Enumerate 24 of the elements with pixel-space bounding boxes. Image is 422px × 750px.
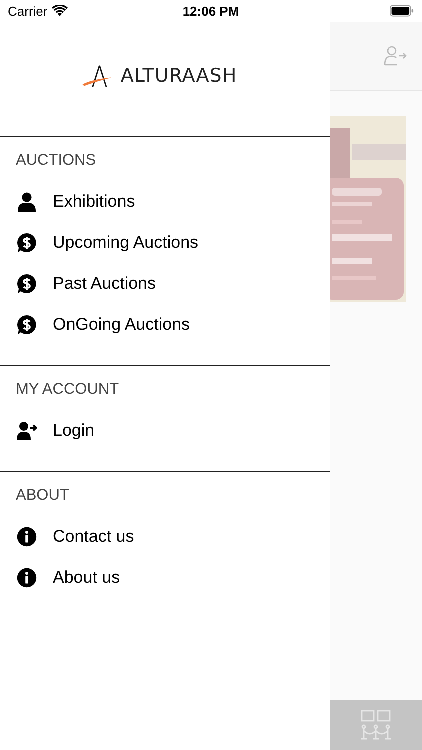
info-icon [17,568,37,588]
dollar-icon [17,232,37,252]
user-arrow-icon[interactable] [384,46,408,66]
menu-item[interactable]: About us [0,557,330,598]
menu-item[interactable]: OnGoing Auctions [0,304,330,345]
section-heading: ABOUT [15,486,70,506]
menu-item[interactable]: Past Auctions [0,263,330,304]
section-heading: MY ACCOUNT [15,380,120,400]
gallery-icon[interactable] [360,709,392,741]
menu-item[interactable]: Contact us [0,516,330,557]
info-icon [17,526,37,546]
carrier-label: Carrier [8,4,48,18]
menu-item[interactable]: Login [0,410,330,451]
clock-time: 12:06 PM [182,4,240,18]
dollar-icon [17,314,37,334]
menu-item[interactable]: Exhibitions [0,181,330,222]
wifi-icon [52,5,68,17]
logo-text: ALTURAASH [120,65,238,87]
battery-icon [390,5,414,17]
dollar-icon [17,274,37,294]
user-arrow-icon [17,420,37,440]
person-icon [17,192,37,212]
section-heading: AUCTIONS [15,151,98,171]
menu-item[interactable]: Upcoming Auctions [0,222,330,263]
